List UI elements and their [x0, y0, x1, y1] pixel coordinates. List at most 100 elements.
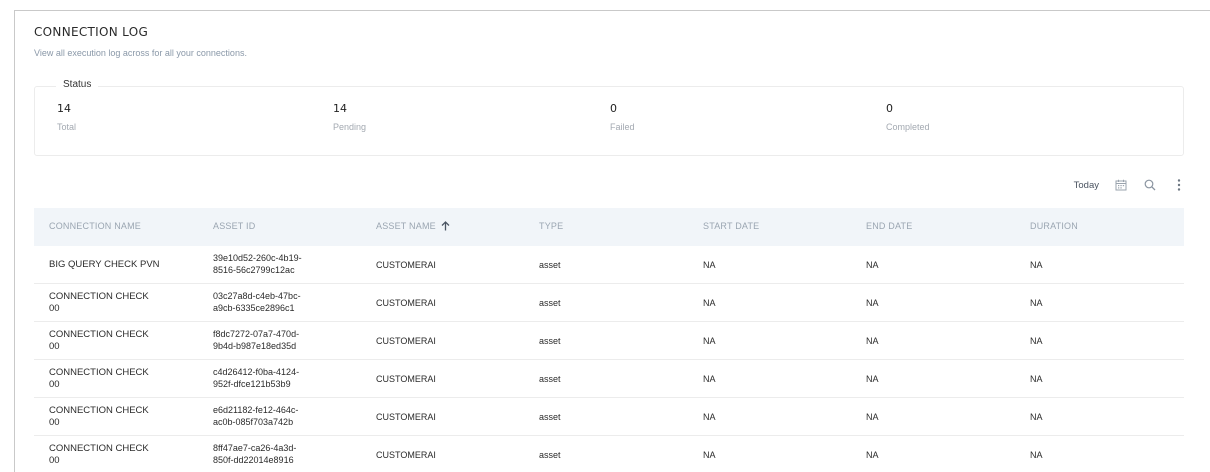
end-date: NA: [866, 374, 879, 384]
start-date: NA: [703, 374, 716, 384]
start-date: NA: [703, 336, 716, 346]
asset-id-line: e6d21182-fe12-464c-: [213, 405, 299, 415]
stat-value: 14: [333, 102, 347, 115]
table-header: CONNECTION NAME ASSET ID ASSET NAME TYPE…: [34, 208, 1184, 246]
asset-id-line: 39e10d52-260c-4b19-: [213, 253, 302, 263]
stat-value: 0: [610, 102, 617, 115]
start-date: NA: [703, 260, 716, 270]
connection-log-table: CONNECTION NAME ASSET ID ASSET NAME TYPE…: [34, 208, 1184, 472]
asset-id-line: a9cb-6335ce2896c1: [213, 303, 295, 313]
type: asset: [539, 412, 561, 422]
connection-name-line: CONNECTION CHECK: [49, 291, 149, 302]
column-header-duration[interactable]: DURATION: [1030, 221, 1078, 231]
stat-completed: 0 Completed: [886, 102, 930, 132]
more-vertical-icon[interactable]: [1172, 178, 1186, 192]
connection-name: CONNECTION CHECK 00: [49, 291, 179, 315]
stat-label: Completed: [886, 122, 930, 132]
stat-total: 14 Total: [57, 102, 76, 132]
asset-id-line: ac0b-085f703a742b: [213, 417, 294, 427]
asset-id: 39e10d52-260c-4b19- 8516-56c2799c12ac: [213, 252, 343, 276]
table-row[interactable]: CONNECTION CHECK 00 e6d21182-fe12-464c-ac…: [34, 398, 1184, 436]
table-row[interactable]: CONNECTION CHECK 00 8ff47ae7-ca26-4a3d- 85…: [34, 436, 1184, 472]
asset-name: CUSTOMERAI: [376, 336, 436, 346]
connection-name: CONNECTION CHECK 00: [49, 405, 179, 429]
stat-failed: 0 Failed: [610, 102, 635, 132]
connection-name-line: CONNECTION CHECK: [49, 405, 149, 416]
search-icon[interactable]: [1143, 178, 1157, 192]
end-date: NA: [866, 336, 879, 346]
calendar-icon[interactable]: [1114, 178, 1128, 192]
sort-ascending-icon[interactable]: [441, 221, 450, 233]
stat-pending: 14 Pending: [333, 102, 366, 132]
type: asset: [539, 336, 561, 346]
end-date: NA: [866, 260, 879, 270]
asset-name: CUSTOMERAI: [376, 260, 436, 270]
stat-label: Total: [57, 122, 77, 132]
table-toolbar: Today: [1074, 177, 1186, 193]
connection-name-line: 00: [49, 379, 60, 390]
asset-id-line: 03c27a8d-c4eb-47bc-: [213, 291, 301, 301]
asset-name: CUSTOMERAI: [376, 298, 436, 308]
connection-name-line: 00: [49, 417, 60, 428]
column-header-type[interactable]: TYPE: [539, 221, 563, 231]
asset-id-line: 850f-dd22014e8916: [213, 455, 294, 465]
asset-id-line: 8516-56c2799c12ac: [213, 265, 295, 275]
start-date: NA: [703, 412, 716, 422]
asset-name: CUSTOMERAI: [376, 412, 436, 422]
end-date: NA: [866, 450, 879, 460]
column-header-start-date[interactable]: START DATE: [703, 221, 759, 231]
connection-name: CONNECTION CHECK 00: [49, 329, 179, 353]
connection-name: BIG QUERY CHECK PVN: [49, 259, 160, 270]
table-row[interactable]: CONNECTION CHECK 00 03c27a8d-c4eb-47bc-a9…: [34, 284, 1184, 322]
duration: NA: [1030, 298, 1043, 308]
end-date: NA: [866, 298, 879, 308]
asset-id-line: 952f-dfce121b53b9: [213, 379, 291, 389]
type: asset: [539, 374, 561, 384]
column-header-connection-name[interactable]: CONNECTION NAME: [49, 221, 141, 231]
type: asset: [539, 450, 561, 460]
status-legend: Status: [56, 79, 99, 90]
duration: NA: [1030, 336, 1043, 346]
stat-value: 0: [886, 102, 893, 115]
asset-name: CUSTOMERAI: [376, 450, 436, 460]
duration: NA: [1030, 260, 1043, 270]
stat-label: Pending: [333, 122, 367, 132]
page-subtitle: View all execution log across for all yo…: [34, 48, 247, 58]
connection-name: CONNECTION CHECK 00: [49, 443, 179, 467]
asset-id-line: f8dc7272-07a7-470d-: [213, 329, 300, 339]
connection-name-line: 00: [49, 455, 60, 466]
status-box: [34, 86, 1184, 156]
type: asset: [539, 298, 561, 308]
column-header-asset-id[interactable]: ASSET ID: [213, 221, 255, 231]
connection-name-line: 00: [49, 303, 60, 314]
column-header-label: ASSET NAME: [376, 221, 436, 231]
duration: NA: [1030, 374, 1043, 384]
table-row[interactable]: CONNECTION CHECK 00 c4d26412-f0ba-4124- 95…: [34, 360, 1184, 398]
asset-id: 8ff47ae7-ca26-4a3d- 850f-dd22014e8916: [213, 442, 343, 466]
asset-id: e6d21182-fe12-464c-ac0b-085f703a742b: [213, 404, 343, 428]
column-header-asset-name[interactable]: ASSET NAME: [376, 221, 450, 233]
asset-id-line: 9b4d-b987e18ed35d: [213, 341, 297, 351]
duration: NA: [1030, 450, 1043, 460]
stat-label: Failed: [610, 122, 635, 132]
table-row[interactable]: CONNECTION CHECK 00 f8dc7272-07a7-470d- 9b…: [34, 322, 1184, 360]
connection-name-line: CONNECTION CHECK: [49, 329, 149, 340]
connection-name: CONNECTION CHECK 00: [49, 367, 179, 391]
stat-value: 14: [57, 102, 71, 115]
asset-id: c4d26412-f0ba-4124- 952f-dfce121b53b9: [213, 366, 343, 390]
end-date: NA: [866, 412, 879, 422]
asset-name: CUSTOMERAI: [376, 374, 436, 384]
connection-name-line: 00: [49, 341, 60, 352]
connection-name-line: CONNECTION CHECK: [49, 443, 149, 454]
asset-id-line: c4d26412-f0ba-4124-: [213, 367, 300, 377]
type: asset: [539, 260, 561, 270]
duration: NA: [1030, 412, 1043, 422]
column-header-end-date[interactable]: END DATE: [866, 221, 912, 231]
start-date: NA: [703, 450, 716, 460]
table-row[interactable]: BIG QUERY CHECK PVN 39e10d52-260c-4b19- 8…: [34, 246, 1184, 284]
start-date: NA: [703, 298, 716, 308]
today-filter-button[interactable]: Today: [1074, 180, 1099, 191]
connection-name-line: CONNECTION CHECK: [49, 367, 149, 378]
page-title: CONNECTION LOG: [34, 25, 149, 39]
asset-id: 03c27a8d-c4eb-47bc-a9cb-6335ce2896c1: [213, 290, 343, 314]
